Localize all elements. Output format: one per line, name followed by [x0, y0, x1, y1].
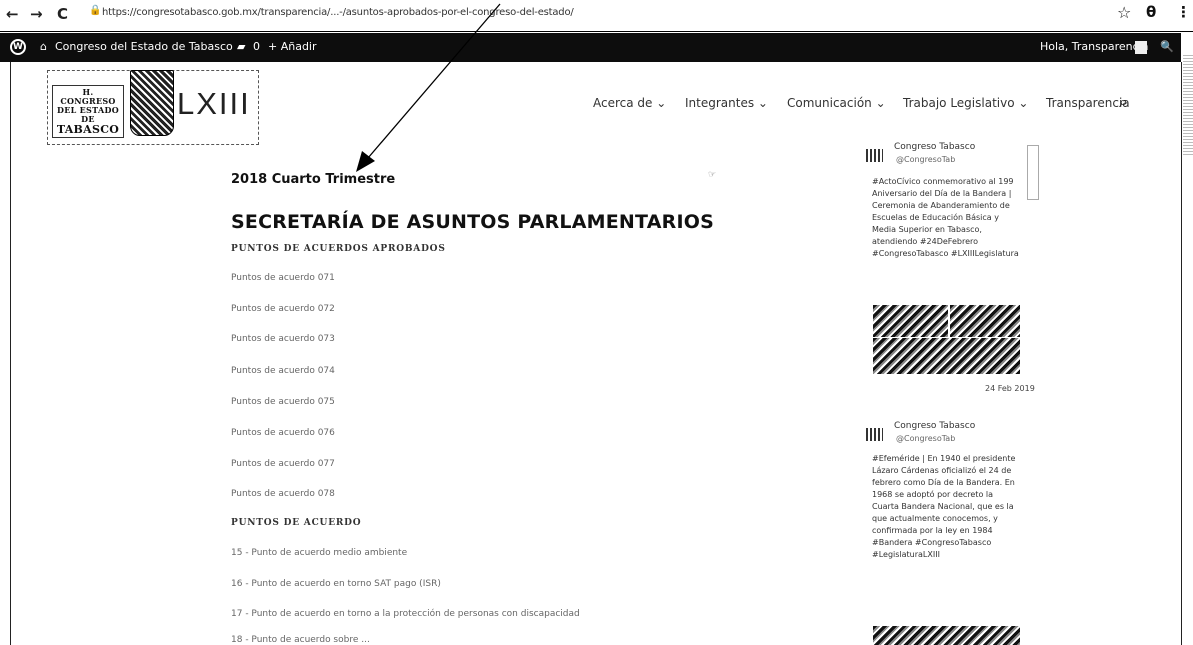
annotation-arrow-icon	[356, 3, 501, 172]
